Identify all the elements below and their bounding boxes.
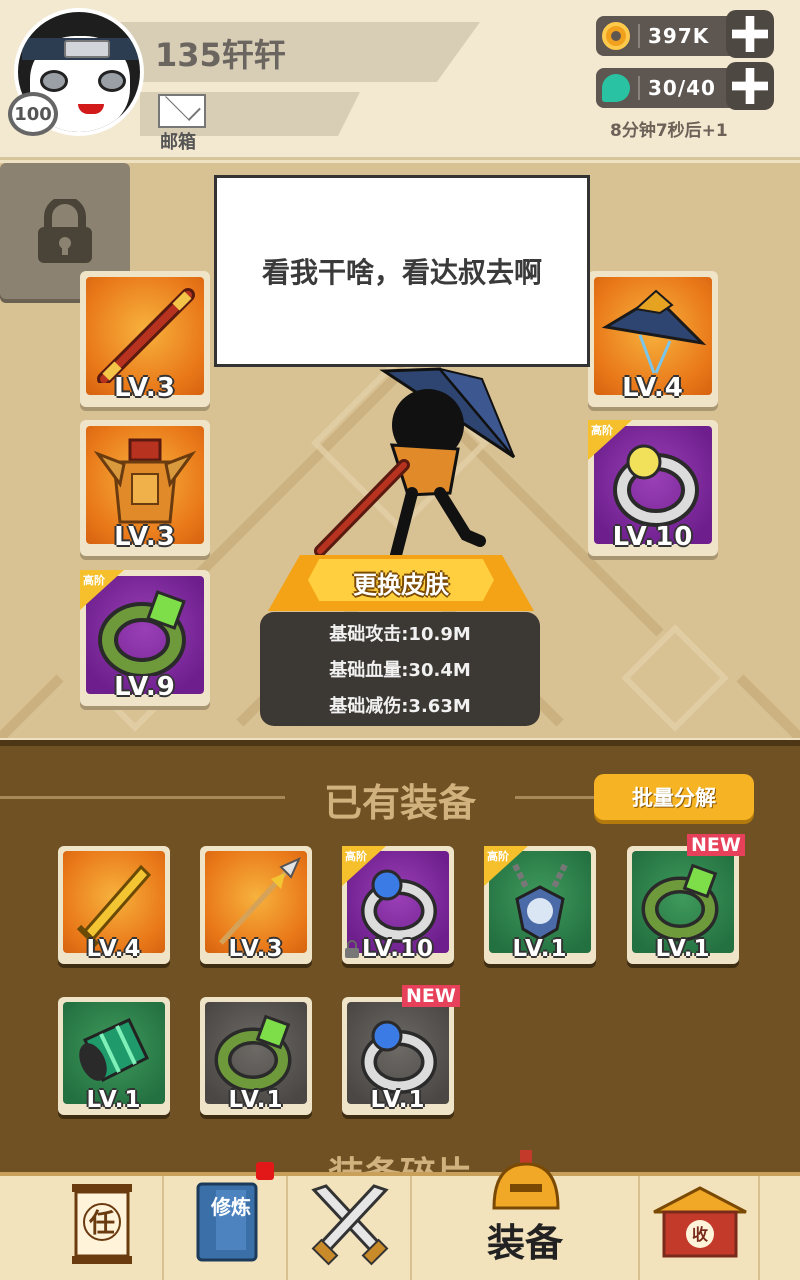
nav-battle[interactable] — [288, 1176, 412, 1280]
inventory-item[interactable]: LV.3 — [200, 846, 312, 964]
hero-character[interactable] — [300, 365, 530, 565]
add-stamina-button[interactable] — [726, 62, 774, 110]
player-name: 135轩轩 — [155, 36, 286, 74]
mail-label[interactable]: 邮箱 — [160, 128, 196, 154]
nav-quests[interactable]: 任 — [40, 1176, 164, 1280]
equip-slot-ring-right[interactable]: 高阶 LV.10 — [588, 420, 718, 556]
item-level: LV.1 — [512, 936, 568, 962]
coin-icon — [602, 22, 630, 50]
inventory-item[interactable]: LV.1 — [200, 997, 312, 1115]
lock-icon — [38, 199, 92, 263]
change-skin-button[interactable]: 更换皮肤 — [268, 555, 534, 611]
headband-plate — [64, 40, 110, 58]
silver-ring-icon — [361, 1020, 437, 1094]
inventory-item[interactable]: 高阶 LV.10 — [342, 846, 454, 964]
hero-stage: LV.3 LV.3 高阶 LV.9 LV.4 高阶 LV.10 看我干啥，看达叔… — [0, 163, 800, 738]
base-stats-panel: 基础攻击:10.9M 基础血量:30.4M 基础减伤:3.63M — [260, 612, 540, 726]
amulet-icon — [512, 863, 568, 941]
item-level: LV.1 — [370, 1087, 426, 1113]
equip-slot-hat[interactable]: LV.4 — [588, 271, 718, 407]
nav-shop[interactable]: 收 — [640, 1176, 760, 1280]
bracer-icon — [79, 1018, 149, 1083]
stamina-amount: 30/40 — [648, 76, 716, 100]
energy-drop-icon — [602, 74, 630, 102]
gold-amount: 397K — [648, 24, 710, 48]
quest-char: 任 — [88, 1209, 115, 1239]
bottom-nav: 任 修炼 装备 收 — [0, 1150, 800, 1280]
divider — [638, 24, 640, 48]
item-level: LV.3 — [114, 373, 176, 403]
silver-ring-icon — [613, 444, 699, 527]
inventory-item[interactable]: LV.1 — [58, 997, 170, 1115]
item-level: LV.1 — [86, 1087, 142, 1113]
top-bar: 135轩轩 邮箱 100 397K 30/40 8分钟7秒后+1 — [0, 0, 800, 160]
item-level: LV.9 — [114, 672, 176, 702]
crossed-swords-icon — [311, 1184, 389, 1266]
staff-icon — [97, 288, 195, 383]
divider — [638, 76, 640, 100]
notification-dot — [256, 1162, 274, 1180]
player-level-badge: 100 — [8, 92, 58, 136]
speech-bubble: 看我干啥，看达叔去啊 — [214, 175, 590, 367]
stat-damage-reduction: 基础减伤:3.63M — [329, 696, 471, 717]
helmet-icon — [492, 1150, 560, 1210]
inventory-item[interactable]: 高阶 LV.1 — [484, 846, 596, 964]
golden-sword-icon — [76, 864, 152, 947]
advanced-tag-label: 高阶 — [591, 424, 613, 437]
speech-text: 看我干啥，看达叔去啊 — [261, 256, 542, 289]
shop-char: 收 — [692, 1225, 708, 1244]
jade-ring-icon — [214, 1014, 292, 1093]
item-level: LV.10 — [612, 522, 694, 552]
bulk-dismantle-button[interactable]: 批量分解 — [594, 774, 754, 820]
item-level: LV.1 — [655, 936, 711, 962]
nav-equipment-active[interactable]: 装备 — [412, 1150, 640, 1280]
jade-ring-icon — [641, 863, 719, 942]
equip-slot-weapon[interactable]: LV.3 — [80, 271, 210, 407]
inventory-item[interactable]: LV.4 — [58, 846, 170, 964]
plus-icon — [732, 68, 768, 104]
cultivate-text: 修炼 — [210, 1195, 251, 1219]
equip-slot-armor[interactable]: LV.3 — [80, 420, 210, 556]
advanced-tag-label: 高阶 — [487, 850, 509, 863]
equip-slot-ring-left[interactable]: 高阶 LV.9 — [80, 570, 210, 706]
item-level: LV.1 — [228, 1087, 284, 1113]
advanced-tag-label: 高阶 — [83, 574, 105, 587]
skin-button-label: 更换皮肤 — [353, 571, 449, 599]
cultivation-book-icon: 修炼 — [196, 1182, 258, 1262]
shop-building-icon: 收 — [653, 1186, 747, 1258]
inventory-panel: 已有装备 批量分解 LV.4 LV.3 高阶 LV.10 高阶 LV.1 NEW… — [0, 740, 800, 1182]
nav-equipment-label: 装备 — [486, 1221, 563, 1265]
item-level: LV.4 — [622, 373, 684, 403]
new-badge: NEW — [402, 985, 460, 1007]
stamina-timer: 8分钟7秒后+1 — [610, 121, 728, 141]
avatar-eye-left — [40, 70, 68, 92]
plus-icon — [732, 16, 768, 52]
nav-cultivate[interactable]: 修炼 — [164, 1176, 288, 1280]
avatar-eye-right — [98, 70, 126, 92]
stat-attack: 基础攻击:10.9M — [329, 624, 471, 645]
mail-icon[interactable] — [158, 94, 206, 128]
new-badge: NEW — [687, 834, 745, 856]
inventory-item[interactable]: NEW LV.1 — [627, 834, 745, 964]
spear-icon — [219, 857, 301, 945]
item-level: LV.4 — [86, 936, 142, 962]
item-level: LV.3 — [114, 522, 176, 552]
item-level: LV.10 — [361, 936, 435, 962]
advanced-tag-label: 高阶 — [345, 850, 367, 863]
silver-ring-icon — [361, 869, 437, 943]
quest-scroll-icon: 任 — [72, 1184, 132, 1264]
inventory-item[interactable]: NEW LV.1 — [342, 985, 460, 1115]
bamboo-hat-icon — [601, 289, 706, 374]
armor-icon — [94, 438, 196, 524]
jade-ring-icon — [98, 590, 186, 676]
item-level: LV.3 — [228, 936, 284, 962]
add-gold-button[interactable] — [726, 10, 774, 58]
stat-hp: 基础血量:30.4M — [329, 660, 471, 681]
